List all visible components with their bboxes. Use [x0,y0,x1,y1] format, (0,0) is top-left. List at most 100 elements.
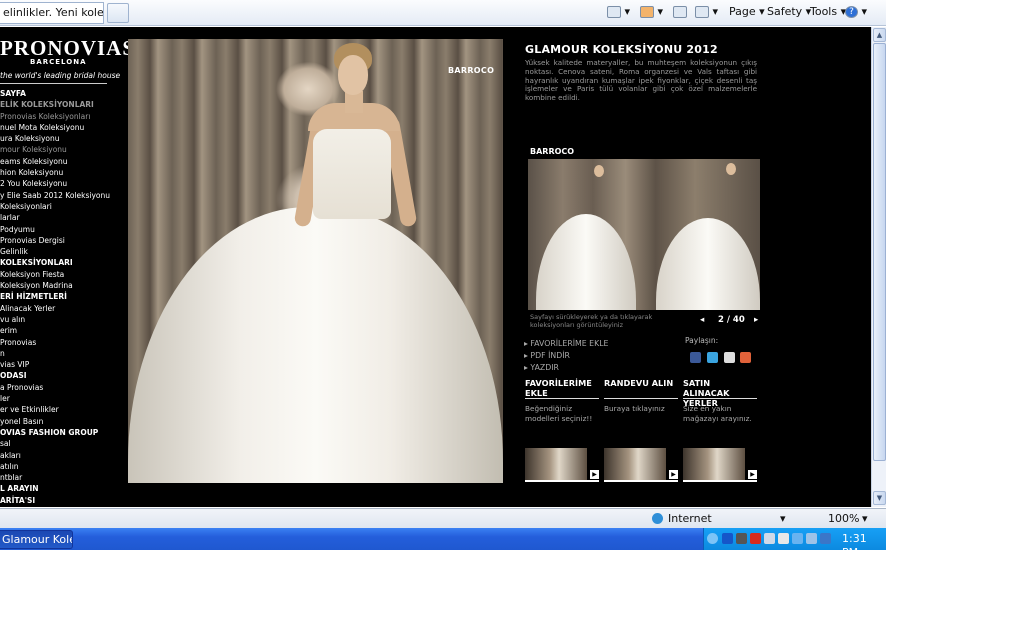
sidebar-menu-item[interactable]: Pronovias Dergisi [0,235,126,246]
home-button[interactable]: ▾ [607,4,630,20]
email-icon[interactable] [724,352,735,363]
twitter-icon[interactable] [707,352,718,363]
stores-column[interactable]: SATIN ALINACAK YERLER Size en yakın mağa… [683,378,757,424]
plus-share-icon[interactable] [740,352,751,363]
sidebar-menu-item[interactable]: larlar [0,212,126,223]
sidebar-menu-item[interactable]: a Pronovias [0,382,126,393]
sidebar-menu-item[interactable]: ler [0,393,126,404]
power-icon[interactable] [806,533,817,544]
sidebar-menu-item[interactable]: L ARAYIN [0,483,126,494]
sidebar-menu-item[interactable]: y Elie Saab 2012 Koleksiyonu [0,190,126,201]
sidebar-menu-item[interactable]: Pronovias Koleksiyonları [0,111,126,122]
sidebar-menu-item[interactable]: yonel Basın [0,416,126,427]
appointment-column[interactable]: RANDEVU ALIN Buraya tıklayınız [604,378,678,414]
sidebar-menu-item[interactable]: erim [0,325,126,336]
thumbnail-image [525,448,587,480]
update-icon[interactable] [820,533,831,544]
protected-mode-icon[interactable]: ▾ [780,512,786,525]
gallery-model-head [594,165,604,177]
sidebar-menu-item[interactable]: Koleksiyon Madrina [0,280,126,291]
volume-icon[interactable] [778,533,789,544]
mail-button[interactable] [673,4,687,20]
sidebar-menu-item[interactable]: atılın [0,461,126,472]
sidebar-menu-item[interactable]: n [0,348,126,359]
gallery-dress [536,214,636,310]
print-button[interactable]: ▾ [695,4,718,20]
bluetooth-icon[interactable] [722,533,733,544]
play-icon[interactable]: ▶ [748,470,757,479]
sidebar-menu-item[interactable]: Koleksiyonlari [0,201,126,212]
page-menu-label: Page [729,5,756,18]
gallery-label: BARROCO [530,147,575,156]
sidebar-menu-item[interactable]: eams Koleksiyonu [0,156,126,167]
sidebar-menu-item[interactable]: ELİK KOLEKSİYONLARI [0,99,126,110]
facebook-icon[interactable] [690,352,701,363]
web-page: PRONOVIAS BARCELONA the world's leading … [0,27,871,507]
mail-icon [673,6,687,18]
favorites-column[interactable]: FAVORİLERİME EKLE Beğendiğiniz modelleri… [525,378,599,424]
scroll-up-icon[interactable]: ▲ [873,28,886,42]
clock[interactable]: 1:31 PM [842,532,886,560]
tray-arrow-icon[interactable] [707,533,718,544]
feeds-button[interactable]: ▾ [640,4,663,20]
new-tab-button[interactable] [107,3,129,23]
sidebar-menu-item[interactable]: ODASI [0,370,126,381]
zoom-dropdown-icon[interactable]: ▾ [862,512,868,525]
taskbar-window-button[interactable]: Glamour Koleksi... [0,530,73,549]
sidebar-menu-item[interactable]: Koleksiyon Fiesta [0,269,126,280]
sidebar-menu-item[interactable]: ntblar [0,472,126,483]
vertical-scrollbar[interactable]: ▲ ▼ [871,27,886,507]
sidebar-menu-item[interactable]: KOLEKSİYONLARI [0,257,126,268]
browser-tab-active[interactable]: elinlikler. Yeni koleksiyon ... [0,2,104,24]
sidebar-menu-item[interactable]: er ve Etkinlikler [0,404,126,415]
sidebar-menu-item[interactable]: Gelinlik [0,246,126,257]
next-arrow-icon[interactable]: ▸ [754,315,758,325]
video-thumbnail[interactable]: ▶ [525,448,599,482]
page-menu[interactable]: Page ▾ [729,4,765,20]
sidebar-menu-item[interactable]: ARİTA'SI [0,495,126,506]
thumbnail-image [683,448,745,480]
sidebar-menu-item[interactable]: akları [0,450,126,461]
print-link[interactable]: ▸ YAZDIR [524,362,609,374]
pdf-download-link[interactable]: ▸ PDF İNDİR [524,350,609,362]
sidebar-menu-item[interactable]: hion Koleksiyonu [0,167,126,178]
sidebar-menu-item[interactable]: vias VIP [0,359,126,370]
system-tray: 1:31 PM [703,528,886,559]
network-icon[interactable] [764,533,775,544]
tools-menu[interactable]: Tools ▾ [810,4,846,20]
rss-icon [640,6,654,18]
home-icon [607,6,621,18]
sidebar-menu-item[interactable]: mour Koleksiyonu [0,144,126,155]
add-favorites-link[interactable]: ▸ FAVORİLERİME EKLE [524,338,609,350]
security-icon[interactable] [736,533,747,544]
sidebar-menu-item[interactable]: sal [0,438,126,449]
safety-menu[interactable]: Safety ▾ [767,4,811,20]
sidebar-menu-item[interactable]: vu alın [0,314,126,325]
sidebar-menu-item[interactable]: Alinacak Yerler [0,303,126,314]
sidebar-menu-item[interactable]: 2 You Koleksiyonu [0,178,126,189]
antivirus-icon[interactable] [750,533,761,544]
sidebar-menu-item[interactable]: ura Koleksiyonu [0,133,126,144]
sidebar-menu-item[interactable]: OVIAS FASHION GROUP [0,427,126,438]
site-logo[interactable]: PRONOVIAS [0,37,135,59]
play-icon[interactable]: ▶ [669,470,678,479]
main-dress-photo [128,39,503,483]
sidebar-menu-item[interactable]: SAYFA [0,88,126,99]
taskbar: Glamour Koleksi... 1:31 PM [0,528,886,559]
help-menu[interactable]: ? ▾ [845,4,867,20]
video-thumbnail[interactable]: ▶ [604,448,678,482]
sidebar-menu-item[interactable]: Podyumu [0,224,126,235]
wireless-icon[interactable] [792,533,803,544]
sidebar-menu-item[interactable]: Pronovias [0,337,126,348]
scroll-down-icon[interactable]: ▼ [873,491,886,505]
sidebar-menu-item[interactable]: nuel Mota Koleksiyonu [0,122,126,133]
sidebar-menu-item[interactable]: ERİ HİZMETLERİ [0,291,126,302]
scrollbar-thumb[interactable] [873,43,886,461]
column-text: Beğendiğiniz modelleri seçiniz!! [525,404,593,423]
zoom-level[interactable]: 100% [828,512,859,525]
logo-city: BARCELONA [30,58,87,66]
gallery-image[interactable] [528,159,760,310]
play-icon[interactable]: ▶ [590,470,599,479]
video-thumbnail[interactable]: ▶ [683,448,757,482]
prev-arrow-icon[interactable]: ◂ [700,315,704,325]
